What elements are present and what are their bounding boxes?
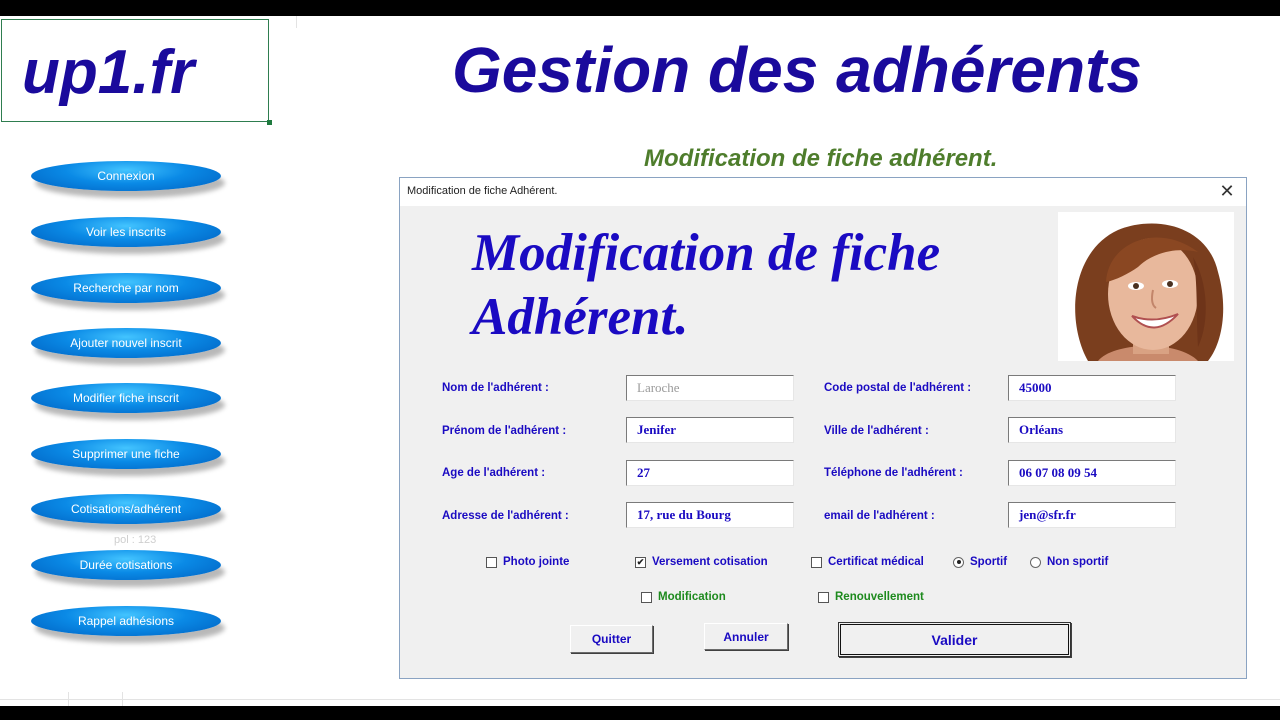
- certificat-medical-label: Certificat médical: [828, 556, 924, 568]
- photo-jointe-checkbox[interactable]: Photo jointe: [486, 556, 569, 568]
- dialog-heading: Modification de fiche Adhérent.: [472, 221, 1032, 349]
- ville-field[interactable]: Orléans: [1008, 417, 1176, 443]
- nav-button-rappel-adhesions[interactable]: Rappel adhésions: [31, 606, 221, 636]
- renouvellement-checkbox[interactable]: Renouvellement: [818, 591, 924, 603]
- sheet-gridline: [122, 692, 123, 706]
- label-email: email de l'adhérent :: [824, 510, 935, 522]
- ghost-cell-text: pol : 123: [114, 534, 157, 546]
- dialog-title: Modification de fiche Adhérent.: [407, 185, 558, 197]
- member-photo: [1058, 212, 1234, 361]
- label-ville: Ville de l'adhérent :: [824, 425, 929, 437]
- dialog-heading-line2: Adhérent.: [472, 288, 689, 346]
- modification-label: Modification: [658, 591, 726, 603]
- certificat-medical-checkbox[interactable]: Certificat médical: [811, 556, 924, 568]
- label-nom: Nom de l'adhérent :: [442, 382, 549, 394]
- nav-button-duree-cotisations[interactable]: Durée cotisations: [31, 550, 221, 580]
- label-adresse: Adresse de l'adhérent :: [442, 510, 569, 522]
- edit-member-dialog: Modification de fiche Adhérent. ✕ Modifi…: [399, 177, 1247, 679]
- label-code-postal: Code postal de l'adhérent :: [824, 382, 972, 394]
- radio-selected[interactable]: [953, 556, 964, 568]
- page-title: Gestion des adhérents: [452, 34, 1142, 106]
- email-field[interactable]: jen@sfr.fr: [1008, 502, 1176, 528]
- close-icon[interactable]: ✕: [1216, 180, 1238, 202]
- sportif-radio[interactable]: Sportif: [953, 556, 1007, 568]
- dialog-heading-line1: Modification de fiche: [472, 224, 941, 282]
- checkmark-icon: ✔: [636, 556, 645, 567]
- non-sportif-radio[interactable]: Non sportif: [1030, 556, 1108, 568]
- adresse-field[interactable]: 17, rue du Bourg: [626, 502, 794, 528]
- logo-cell[interactable]: up1.fr: [1, 19, 272, 125]
- sheet-gridline: [0, 699, 1280, 700]
- screen-top-bar: [0, 0, 1280, 16]
- renouvellement-label: Renouvellement: [835, 591, 924, 603]
- label-telephone: Téléphone de l'adhérent :: [824, 467, 963, 479]
- nav-button-voir-inscrits[interactable]: Voir les inscrits: [31, 217, 221, 247]
- versement-cotisation-checkbox[interactable]: ✔ Versement cotisation: [635, 556, 768, 568]
- non-sportif-label: Non sportif: [1047, 556, 1109, 568]
- annuler-button[interactable]: Annuler: [704, 623, 788, 650]
- label-prenom: Prénom de l'adhérent :: [442, 425, 567, 437]
- nav-button-connexion[interactable]: Connexion: [31, 161, 221, 191]
- member-photo-image: [1058, 212, 1234, 361]
- photo-jointe-label: Photo jointe: [503, 556, 570, 568]
- versement-cotisation-label: Versement cotisation: [652, 556, 768, 568]
- screen-bottom-bar: [0, 706, 1280, 720]
- radio-unselected[interactable]: [1030, 556, 1041, 568]
- checkbox-checked-box[interactable]: ✔: [635, 556, 646, 568]
- checkbox-box[interactable]: [486, 556, 497, 568]
- modification-checkbox[interactable]: Modification: [641, 591, 726, 603]
- nav-button-cotisations[interactable]: Cotisations/adhérent: [31, 494, 221, 524]
- code-postal-field[interactable]: 45000: [1008, 375, 1176, 401]
- logo-text: up1.fr: [22, 38, 195, 107]
- nav-button-modifier-fiche[interactable]: Modifier fiche inscrit: [31, 383, 221, 413]
- valider-button[interactable]: Valider: [838, 622, 1071, 657]
- dialog-titlebar[interactable]: Modification de fiche Adhérent. ✕: [400, 178, 1246, 206]
- checkbox-box[interactable]: [811, 556, 822, 568]
- quitter-button[interactable]: Quitter: [570, 625, 653, 653]
- nav-button-recherche-nom[interactable]: Recherche par nom: [31, 273, 221, 303]
- sportif-label: Sportif: [970, 556, 1008, 568]
- age-field[interactable]: 27: [626, 460, 794, 486]
- page-subtitle: Modification de fiche adhérent.: [644, 145, 998, 172]
- cell-resize-handle[interactable]: [267, 120, 272, 125]
- sheet-gridline: [68, 692, 69, 706]
- prenom-field[interactable]: Jenifer: [626, 417, 794, 443]
- sheet-gridline: [296, 16, 297, 28]
- nav-button-supprimer-fiche[interactable]: Supprimer une fiche: [31, 439, 221, 469]
- nav-button-ajouter-inscrit[interactable]: Ajouter nouvel inscrit: [31, 328, 221, 358]
- checkbox-box[interactable]: [818, 591, 829, 603]
- checkbox-box[interactable]: [641, 591, 652, 603]
- nom-field[interactable]: Laroche: [626, 375, 794, 401]
- telephone-field[interactable]: 06 07 08 09 54: [1008, 460, 1176, 486]
- label-age: Age de l'adhérent :: [442, 467, 546, 479]
